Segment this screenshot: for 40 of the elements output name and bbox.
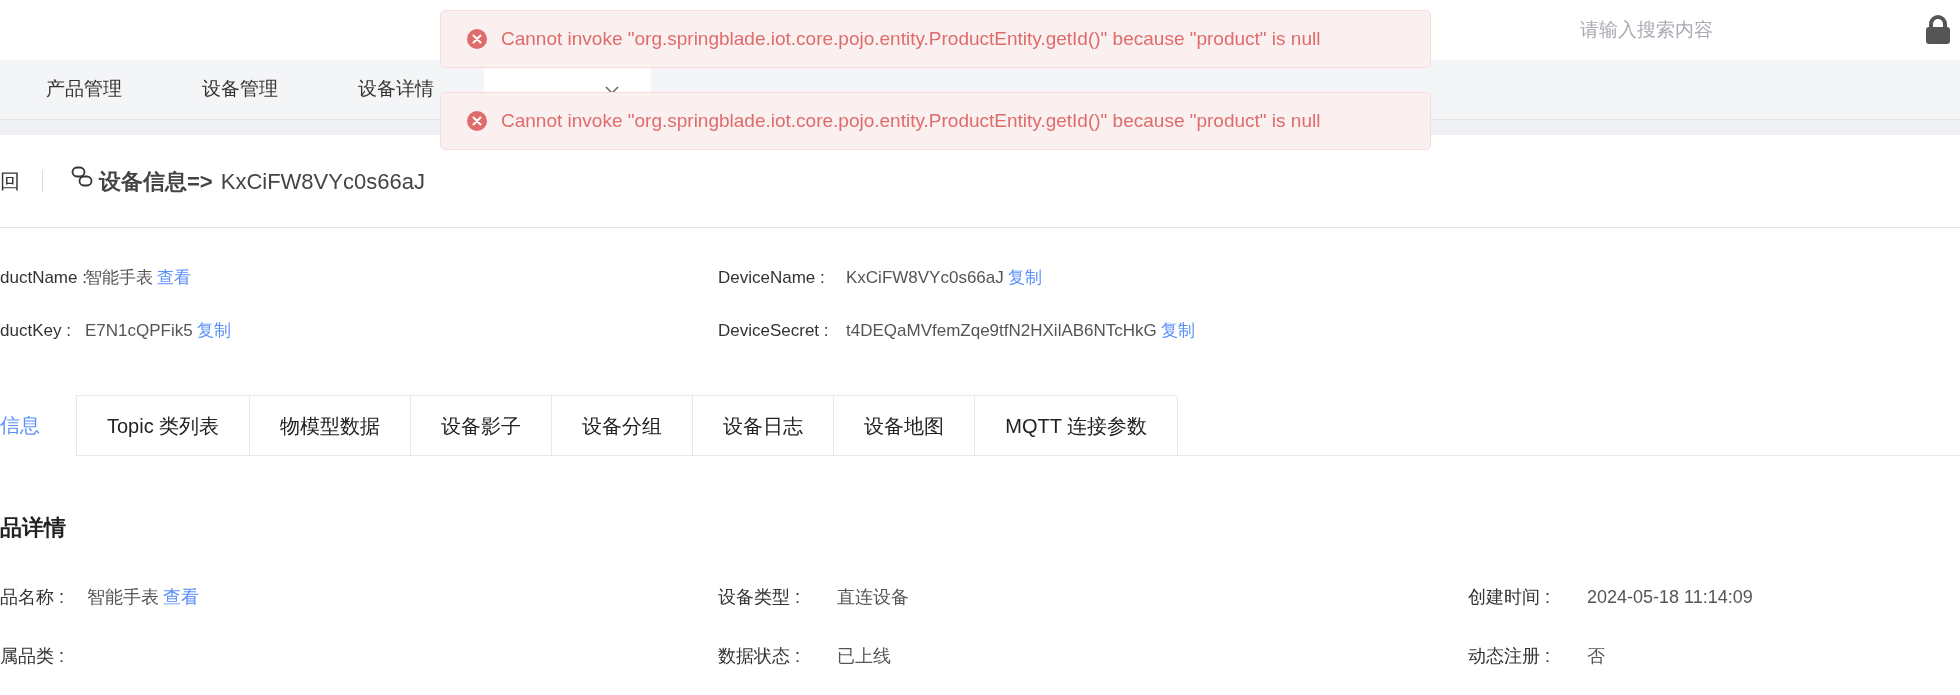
tab[interactable]: 物模型数据 — [249, 395, 411, 455]
page-title: 设备信息=> — [99, 167, 213, 196]
field-label: ductName : — [0, 267, 85, 289]
field-value: KxCiFW8VYc0s66aJ — [846, 267, 1004, 289]
tab[interactable]: Topic 类列表 — [76, 395, 250, 455]
field-label: 属品类 : — [0, 645, 65, 668]
field-value: 2024-05-18 11:14:09 — [1587, 586, 1753, 609]
tab[interactable]: 设备分组 — [551, 395, 693, 455]
device-name: KxCiFW8VYc0s66aJ — [220, 167, 425, 196]
chevron-down-icon — [605, 84, 619, 95]
nav-tab[interactable]: 产品管理 — [6, 60, 162, 119]
field-value: 智能手表 — [87, 586, 159, 609]
search-field[interactable]: 请输入搜索内容 — [1580, 15, 1880, 45]
lock-icon[interactable] — [1925, 15, 1951, 45]
tab[interactable]: MQTT 连接参数 — [974, 395, 1179, 455]
field-label: 数据状态 : — [718, 645, 801, 668]
field-label: 动态注册 : — [1468, 645, 1551, 668]
field-value: 否 — [1587, 645, 1605, 668]
section-title: 品详情 — [0, 514, 67, 542]
field-value: 智能手表 — [85, 267, 153, 289]
error-icon — [467, 111, 487, 131]
field-label: ductKey : — [0, 319, 72, 342]
field-value: 直连设备 — [837, 586, 909, 609]
tab[interactable]: 设备地图 — [833, 395, 975, 455]
error-icon — [467, 29, 487, 49]
field-label: 创建时间 : — [1468, 586, 1551, 609]
field-value: t4DEQaMVfemZqe9tfN2HXilAB6NTcHkG — [846, 319, 1157, 342]
link-icon — [71, 166, 93, 188]
back-link[interactable]: 回 — [0, 166, 20, 196]
field-label: 设备类型 : — [718, 586, 801, 609]
field-value: 已上线 — [837, 645, 891, 668]
field-label: DeviceName : — [718, 267, 826, 289]
tab[interactable]: 设备日志 — [692, 395, 834, 455]
error-message: Cannot invoke "org.springblade.iot.core.pojo.entity.ProductEntity.getId()" because "product" is null — [501, 108, 1321, 133]
error-message: Cannot invoke "org.springblade.iot.core.pojo.entity.ProductEntity.getId()" because "product" is null — [501, 26, 1321, 51]
field-label: 品名称 : — [0, 586, 65, 609]
field-label: DeviceSecret : — [718, 319, 830, 342]
field-value: E7N1cQPFik5 — [85, 319, 193, 342]
tab[interactable]: 设备影子 — [410, 395, 552, 455]
nav-tab[interactable]: 设备管理 — [162, 60, 318, 119]
